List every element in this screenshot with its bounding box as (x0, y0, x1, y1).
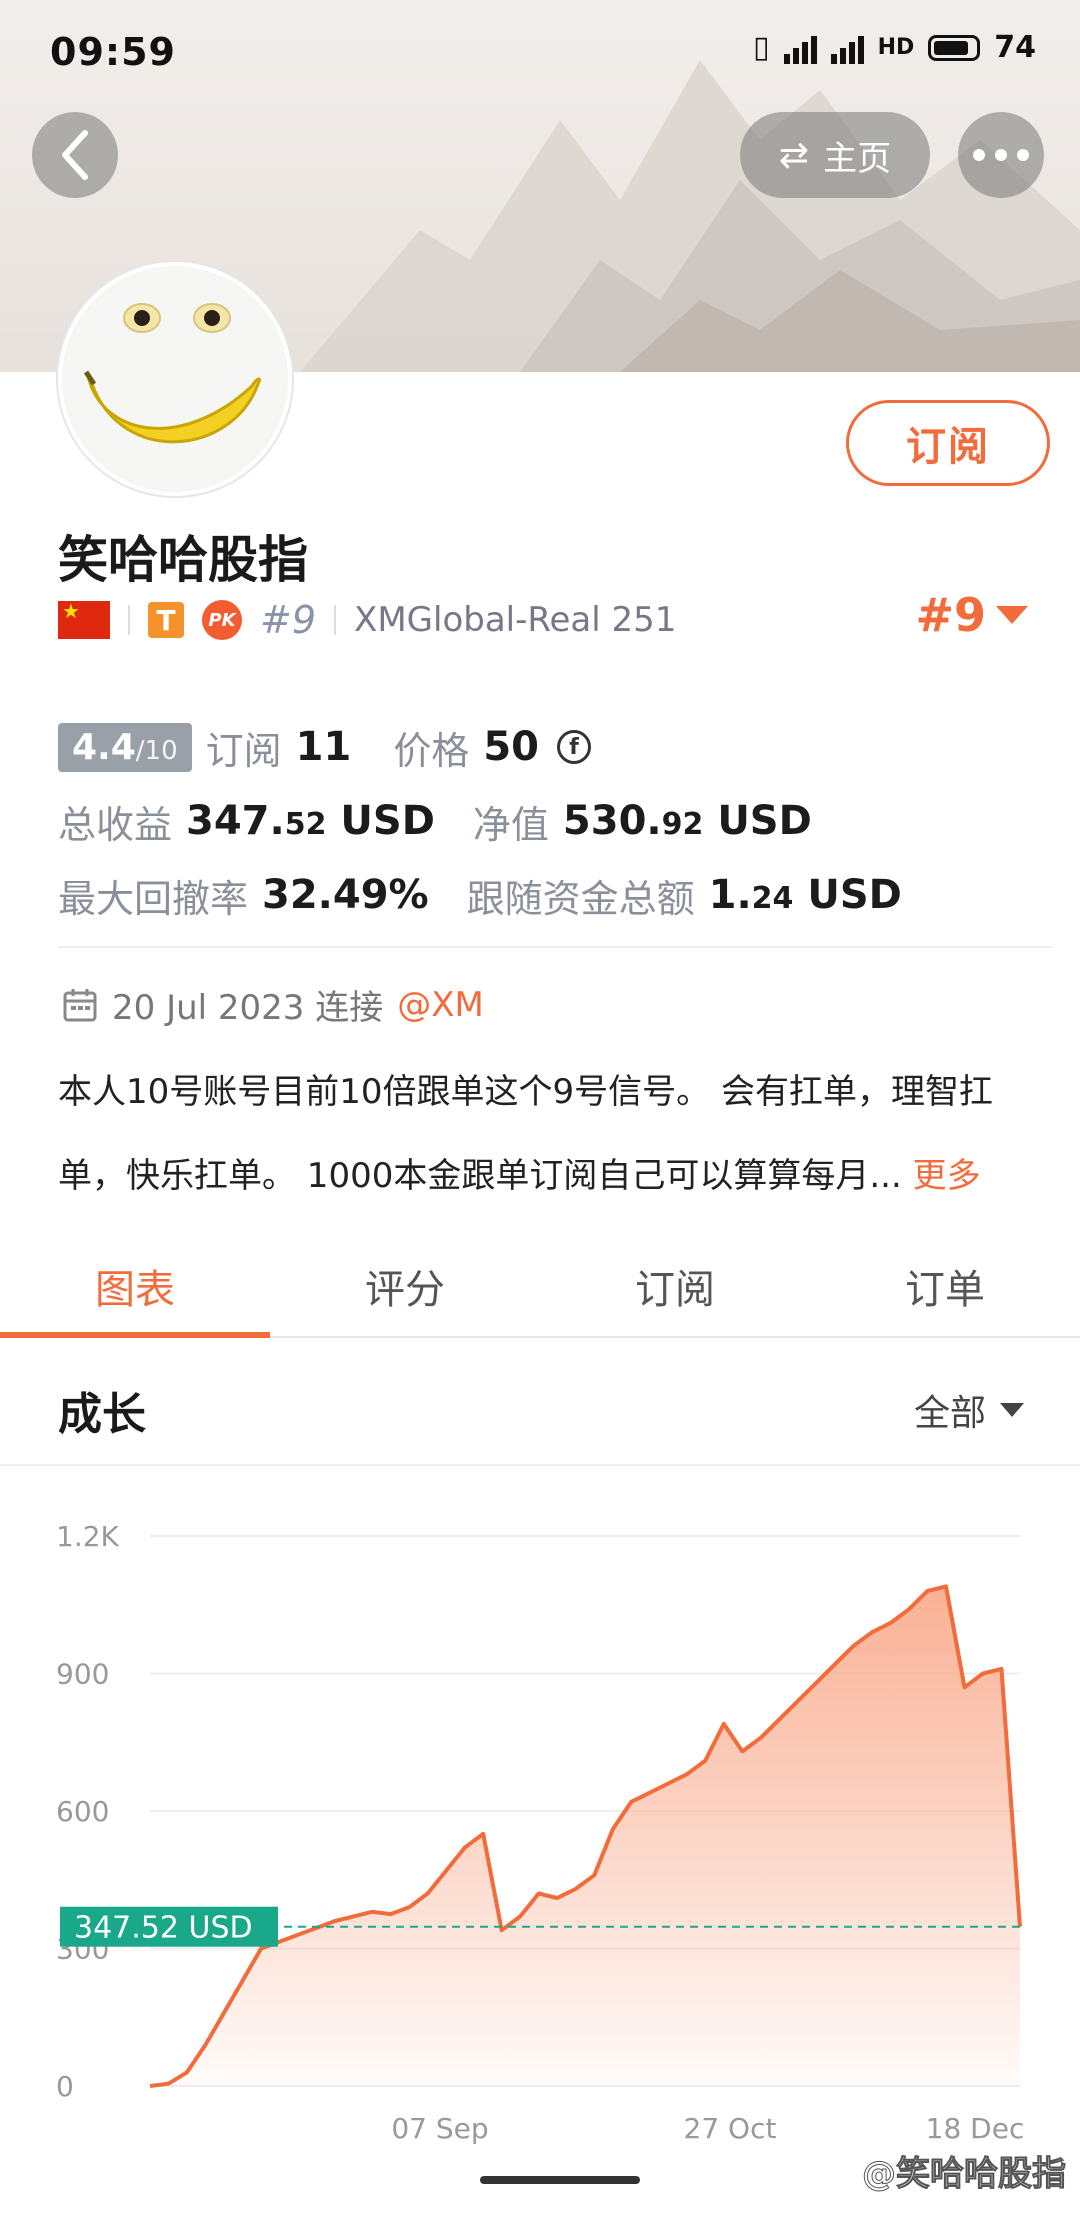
subscribe-count: 11 (295, 724, 352, 770)
stats-row-1: 4.4/10 订阅 11 价格 50 f (58, 710, 902, 784)
y-tick-label: 1.2K (56, 1520, 120, 1553)
battery-icon (928, 34, 981, 61)
subscribe-button[interactable]: 订阅 (846, 400, 1050, 486)
t-badge: T (148, 602, 184, 638)
description: 本人10号账号目前10倍跟单这个9号信号。 会有扛单，理智扛 单，快乐扛单。 1… (58, 1050, 1048, 1218)
home-indicator[interactable] (480, 2176, 640, 2184)
home-label: 主页 (823, 138, 892, 179)
total-profit-value: 347.52 USD (186, 798, 435, 844)
back-button[interactable] (32, 112, 118, 198)
growth-header: 成长 全部 (0, 1340, 1080, 1466)
divider (58, 946, 1052, 948)
trader-tags: T PK #9 XMGlobal-Real 251 (58, 596, 676, 644)
y-tick-label: 0 (56, 2070, 74, 2103)
tab-bar: 图表 评分 订阅 订单 (0, 1236, 1080, 1338)
x-tick-label: 18 Dec (926, 2112, 1025, 2145)
current-value-label: 347.52 USD (74, 1911, 253, 1946)
rank-selector[interactable]: #9 (915, 588, 1028, 642)
follow-funds-label: 跟随资金总额 (466, 876, 695, 921)
y-tick-label: 600 (56, 1795, 109, 1828)
swap-icon: ⇄ (778, 134, 810, 176)
score-badge: 4.4/10 (58, 722, 192, 772)
equity-label: 净值 (472, 802, 549, 847)
divider (334, 605, 337, 635)
status-icons: ▯ HD 74 (753, 30, 1036, 65)
signal-icon-2 (830, 32, 864, 64)
triangle-down-icon (1000, 1403, 1024, 1417)
home-switch-button[interactable]: ⇄ 主页 (740, 112, 930, 198)
x-tick-label: 27 Oct (684, 2112, 777, 2145)
vibrate-icon: ▯ (753, 30, 770, 65)
signal-icon-1 (783, 32, 817, 64)
divider (128, 605, 130, 635)
stats-block: 4.4/10 订阅 11 价格 50 f 总收益 347.52 USD 净值 5… (58, 710, 902, 932)
score-max: /10 (135, 735, 178, 766)
avatar[interactable] (58, 262, 292, 496)
stats-row-2: 总收益 347.52 USD 净值 530.92 USD (58, 784, 902, 858)
drawdown-label: 最大回撤率 (58, 876, 249, 921)
connection-date: 20 Jul 2023 连接 (112, 988, 384, 1028)
drawdown-value: 32.49% (262, 872, 429, 918)
coin-icon: f (557, 730, 591, 764)
stats-row-3: 最大回撤率 32.49% 跟随资金总额 1.24 USD (58, 858, 902, 932)
china-flag-icon (58, 599, 110, 639)
price-label: 价格 (393, 728, 470, 773)
calendar-icon (63, 988, 97, 1021)
equity-value: 530.92 USD (562, 798, 812, 844)
period-selector[interactable]: 全部 (914, 1384, 1024, 1436)
banana-smile-icon (62, 266, 288, 492)
more-button[interactable] (958, 112, 1044, 198)
growth-title: 成长 (58, 1389, 146, 1440)
connection-info: 20 Jul 2023 连接 @XM (62, 980, 484, 1029)
growth-chart[interactable]: 1.2K 900 600 300 0 347.52 USD 07 Sep 27 Oct 18 D… (0, 1466, 1080, 2146)
subscribe-count-label: 订阅 (205, 728, 282, 773)
tab-orders[interactable]: 订单 (810, 1236, 1080, 1336)
rank-selector-label: #9 (915, 588, 986, 642)
triangle-down-icon (996, 606, 1028, 624)
description-line-1: 本人10号账号目前10倍跟单这个9号信号。 会有扛单，理智扛 (58, 1072, 993, 1112)
period-label: 全部 (913, 1393, 986, 1434)
account-name: XMGlobal-Real 251 (354, 600, 677, 640)
score-value: 4.4 (72, 726, 136, 768)
price-value: 50 (483, 724, 539, 770)
total-profit-label: 总收益 (58, 802, 173, 847)
rank-text: #9 (260, 598, 317, 642)
status-time: 09:59 (50, 30, 176, 74)
broker-link[interactable]: @XM (397, 985, 484, 1025)
battery-level: 74 (994, 30, 1036, 65)
growth-chart-svg: 1.2K9006003000347.52 USD07 Sep 27 Oct 18 D… (56, 1520, 1025, 2145)
status-bar: 09:59 ▯ HD 74 (0, 0, 1080, 110)
pk-badge-icon[interactable]: PK (202, 600, 242, 640)
x-tick-label: 07 Sep (391, 2112, 488, 2145)
description-line-2: 单，快乐扛单。 1000本金跟单订阅自己可以算算每月... 更多 (58, 1156, 981, 1196)
tab-subscription[interactable]: 订阅 (540, 1236, 810, 1336)
follow-funds-value: 1.24 USD (708, 872, 902, 918)
more-dots-icon (973, 149, 1029, 161)
y-tick-label: 900 (56, 1658, 109, 1691)
more-link[interactable]: 更多 (913, 1156, 981, 1196)
tab-rating[interactable]: 评分 (270, 1236, 540, 1336)
watermark: @笑哈哈股指 (862, 2154, 1067, 2195)
series-area (150, 1586, 1020, 2086)
tab-chart[interactable]: 图表 (0, 1236, 270, 1338)
trader-name: 笑哈哈股指 (58, 531, 308, 589)
hd-icon: HD (877, 35, 915, 60)
chevron-left-icon (62, 130, 88, 180)
